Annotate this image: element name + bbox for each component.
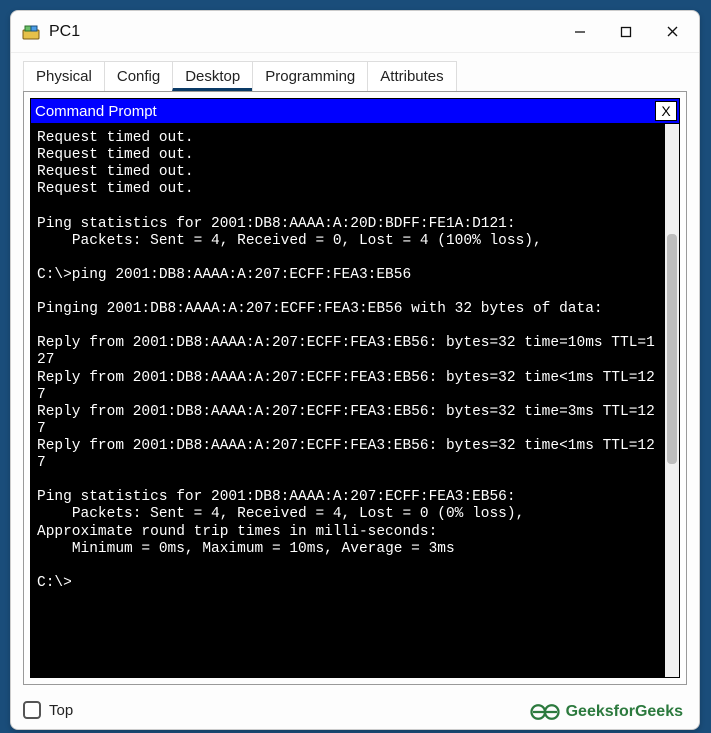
tab-desktop[interactable]: Desktop bbox=[172, 61, 253, 91]
tab-config[interactable]: Config bbox=[104, 61, 173, 91]
scrollbar[interactable] bbox=[665, 124, 679, 677]
tab-programming[interactable]: Programming bbox=[252, 61, 368, 91]
top-label: Top bbox=[49, 702, 73, 719]
panel-title: Command Prompt bbox=[35, 103, 655, 120]
watermark-text: GeeksforGeeks bbox=[566, 703, 683, 721]
panel-header: Command Prompt X bbox=[30, 98, 680, 124]
content-frame: Command Prompt X Request timed out. Requ… bbox=[23, 91, 687, 685]
close-button[interactable] bbox=[649, 11, 695, 53]
tab-strip: Physical Config Desktop Programming Attr… bbox=[11, 53, 699, 91]
terminal-output[interactable]: Request timed out. Request timed out. Re… bbox=[31, 124, 665, 677]
tab-attributes[interactable]: Attributes bbox=[367, 61, 456, 91]
tab-physical[interactable]: Physical bbox=[23, 61, 105, 91]
titlebar[interactable]: PC1 bbox=[11, 11, 699, 53]
gfg-logo-icon bbox=[530, 701, 560, 723]
maximize-button[interactable] bbox=[603, 11, 649, 53]
footer: Top GeeksforGeeks bbox=[11, 691, 699, 729]
app-window: PC1 Physical Config Desktop Programming … bbox=[10, 10, 700, 730]
window-title: PC1 bbox=[49, 23, 80, 41]
scrollbar-thumb[interactable] bbox=[667, 234, 677, 464]
top-checkbox[interactable] bbox=[23, 701, 41, 719]
minimize-button[interactable] bbox=[557, 11, 603, 53]
terminal-container: Request timed out. Request timed out. Re… bbox=[30, 124, 680, 678]
panel-close-button[interactable]: X bbox=[655, 101, 677, 121]
app-icon bbox=[21, 22, 41, 42]
watermark: GeeksforGeeks bbox=[530, 701, 683, 723]
